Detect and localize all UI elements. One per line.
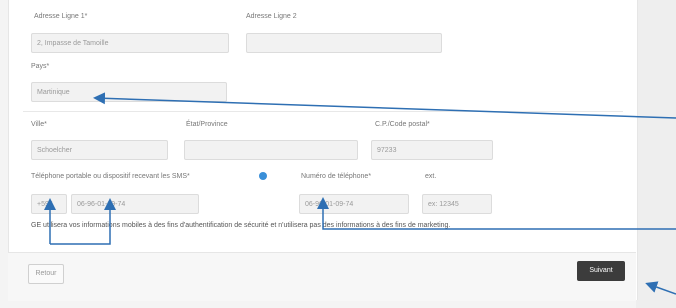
annotation-arrows xyxy=(44,92,676,295)
arrow-phone xyxy=(317,197,676,230)
arrow-country xyxy=(93,92,676,119)
arrow-next xyxy=(645,281,676,295)
arrow-mobile xyxy=(50,198,116,245)
